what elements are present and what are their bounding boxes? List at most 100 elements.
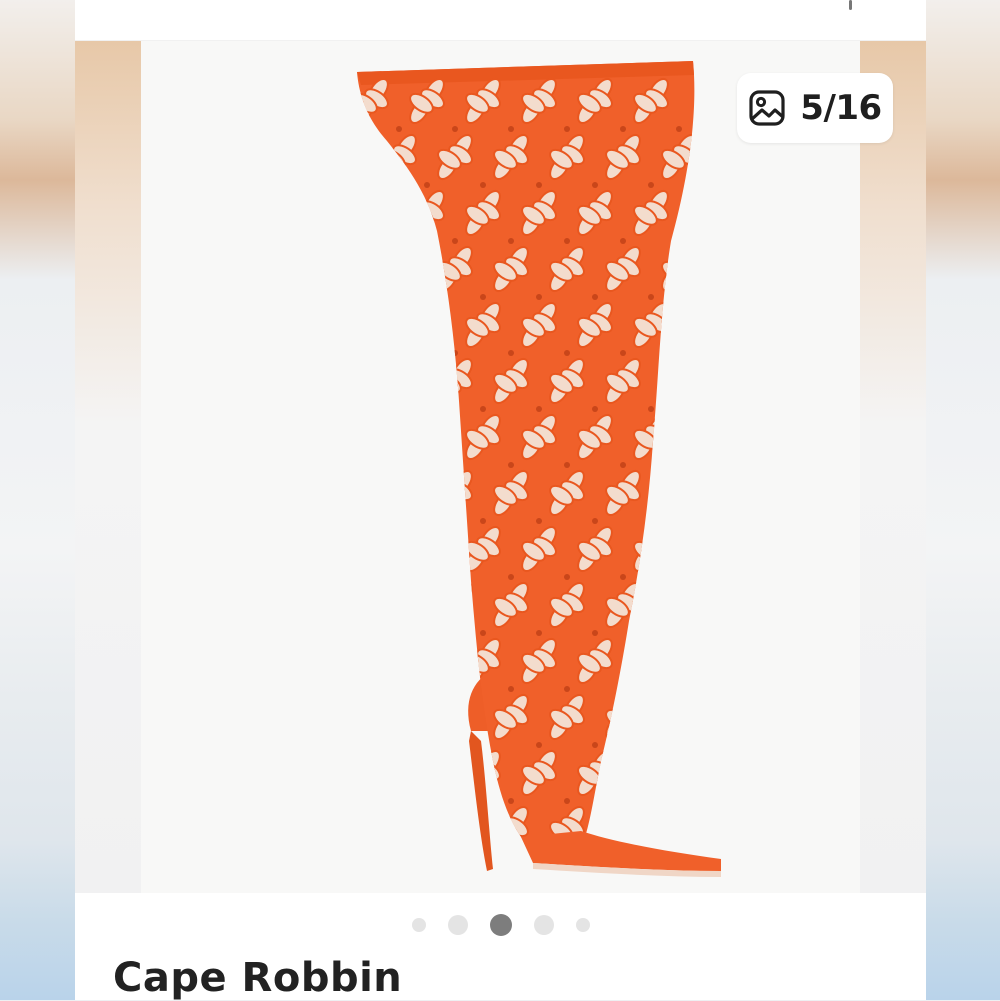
boot-cutout-petal [437, 820, 462, 842]
boot-cutout-petal [644, 536, 669, 558]
boot-cutout-petal [368, 189, 389, 215]
image-counter-text: 5/16 [800, 88, 882, 128]
boot-cutout-petal [672, 480, 695, 502]
boot-cutout-petal [424, 301, 445, 327]
boot-cutout-petal [676, 245, 695, 271]
carousel-dot[interactable] [411, 918, 426, 932]
boot-rhinestone [536, 518, 542, 524]
boot-rhinestone [536, 294, 542, 300]
boot-cutout-petal [616, 704, 641, 726]
boot-rhinestone [648, 182, 654, 188]
boot-cutout-petal [357, 323, 374, 349]
boot-cutout-petal [368, 413, 389, 439]
boot-cutout-petal [661, 379, 682, 405]
boot-rhinestone [396, 238, 402, 244]
boot-rhinestone [508, 686, 514, 692]
boot-cutout-petal [392, 480, 417, 502]
boot-cutout-petal [420, 424, 445, 446]
boot-rhinestone [648, 406, 654, 412]
boot-cutout-petal [381, 491, 402, 517]
boot-cutout-petal [368, 301, 389, 327]
boot-cutout-petal [381, 267, 402, 293]
boot-rhinestone [592, 518, 598, 524]
boot-rhinestone [620, 462, 626, 468]
boot-cutout-petal [357, 652, 378, 674]
boot-cutout-petal [392, 368, 417, 390]
boot-rhinestone [564, 462, 570, 468]
boot-rhinestone [396, 574, 402, 580]
boot-rhinestone [508, 350, 514, 356]
boot-rhinestone [480, 406, 486, 412]
boot-rhinestone [704, 630, 710, 636]
boot-rhinestone [396, 686, 402, 692]
boot-rhinestone [424, 182, 430, 188]
boot-cutout-petal [620, 805, 641, 831]
boot-cutout-petal [409, 211, 430, 237]
boot-rhinestone [620, 574, 626, 580]
boot-cutout-petal [357, 435, 374, 461]
carousel-dot[interactable] [575, 918, 590, 932]
boot-cutout-petal [672, 704, 695, 726]
boot-cutout-petal [409, 659, 430, 685]
boot-rhinestone [676, 126, 682, 132]
boot-cutout-petal [392, 704, 417, 726]
boot-cutout-petal [437, 708, 462, 730]
boot-cutout-petal [392, 816, 417, 838]
boot-cutout-petal [633, 659, 654, 685]
boot-cutout-petal [676, 581, 695, 607]
boot-cutout-petal [364, 200, 389, 222]
boot-rhinestone [676, 686, 682, 692]
boot-cutout-petal [392, 256, 417, 278]
boot-cutout-petal [661, 603, 682, 629]
boot-cutout-petal [381, 827, 402, 849]
boot-rhinestone [424, 630, 430, 636]
boot-cutout-petal [437, 603, 458, 629]
boot-cutout-petal [381, 715, 402, 741]
image-gallery-icon [749, 90, 785, 126]
product-photo[interactable] [141, 41, 860, 893]
boot-cutout-petal [661, 827, 682, 849]
product-image-carousel[interactable]: 5/16 [75, 41, 926, 893]
boot-cutout-petal [424, 749, 445, 775]
boot-rhinestone [480, 182, 486, 188]
boot-cutout-petal [357, 547, 374, 573]
boot-cutout-petal [364, 536, 389, 558]
boot-rhinestone [536, 406, 542, 412]
boot-cutout-petal [364, 424, 389, 446]
boot-cutout-petal [364, 312, 389, 334]
boot-cutout-petal [437, 827, 458, 849]
boot-rhinestone [704, 182, 710, 188]
boot-rhinestone [620, 798, 626, 804]
boot-cutout-petal [661, 491, 682, 517]
boot-rhinestone [676, 574, 682, 580]
boot-rhinestone [452, 686, 458, 692]
boot-rhinestone [452, 574, 458, 580]
carousel-dot[interactable] [447, 915, 468, 935]
boot-cutout-petal [409, 547, 430, 573]
boot-rhinestone [480, 518, 486, 524]
boot-rhinestone [508, 462, 514, 468]
boot-rhinestone [424, 854, 430, 860]
boot-rhinestone [396, 798, 402, 804]
boot-cutout-petal [381, 603, 402, 629]
product-card: 5/16 Cape Robbin [75, 0, 926, 1001]
boot-rhinestone [648, 742, 654, 748]
boot-cutout-petal [396, 357, 417, 383]
boot-cutout-petal [357, 204, 378, 226]
boot-rhinestone [396, 126, 402, 132]
carousel-dot-active[interactable] [489, 914, 512, 936]
top-bar [75, 0, 926, 41]
carousel-dot[interactable] [533, 915, 554, 935]
boot-cutout-petal [648, 525, 669, 551]
boot-cutout-petal [357, 659, 374, 685]
boot-cutout-petal [676, 693, 695, 719]
background-blur-left [0, 0, 75, 1000]
boot-rhinestone [564, 238, 570, 244]
boot-cutout-petal [672, 256, 695, 278]
product-title: Cape Robbin [113, 955, 403, 1001]
boot-rhinestone [508, 574, 514, 580]
boot-cutout-petal [620, 693, 641, 719]
boot-rhinestone [704, 406, 710, 412]
boot-cutout-petal [409, 435, 430, 461]
boot-cutout-petal [676, 469, 695, 495]
